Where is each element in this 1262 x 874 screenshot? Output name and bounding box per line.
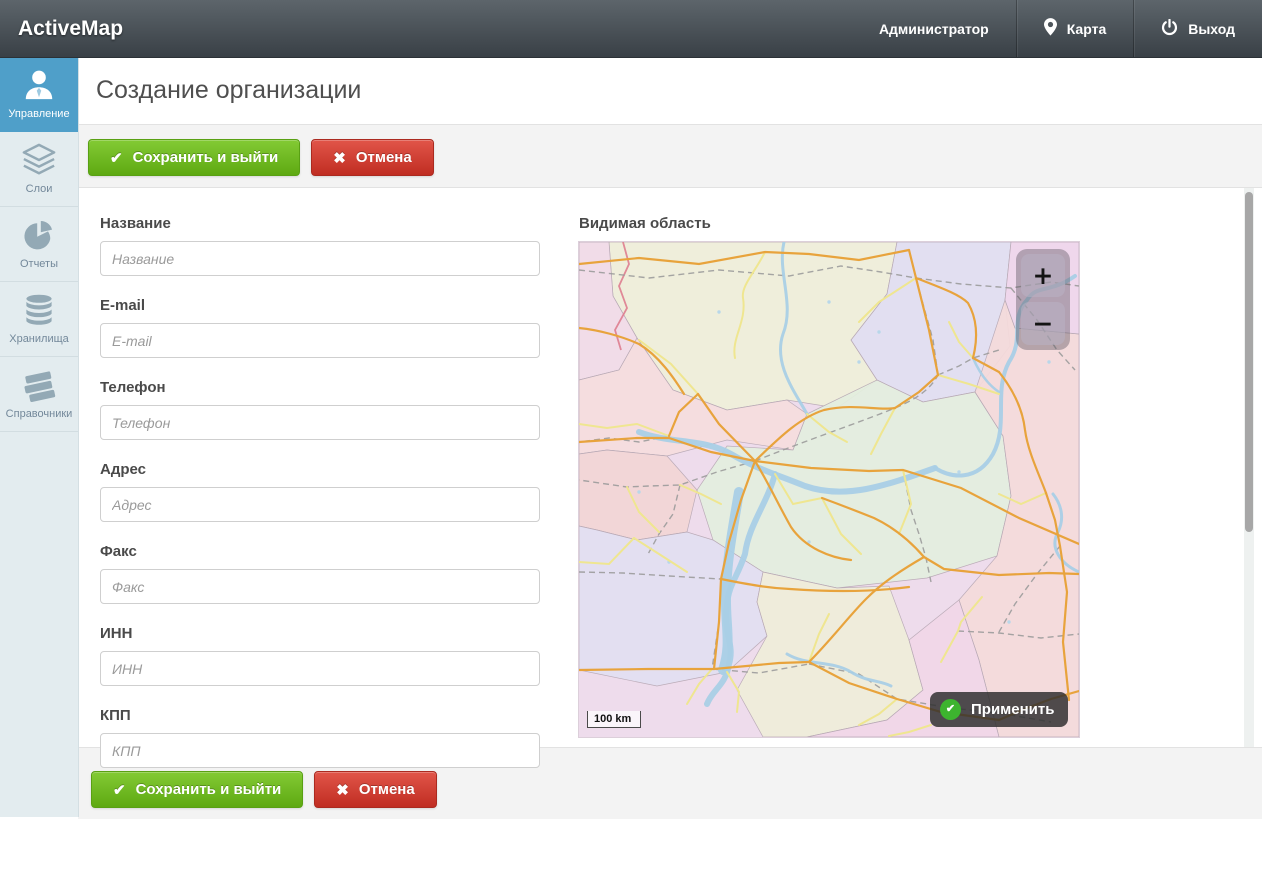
- check-circle-icon: ✔: [940, 699, 961, 720]
- save-button-label: Сохранить и выйти: [133, 149, 279, 166]
- visible-area-label: Видимая область: [579, 215, 1079, 232]
- database-icon: [21, 293, 57, 327]
- map-scale-bar: 100 km: [587, 711, 641, 728]
- kpp-field[interactable]: [100, 733, 540, 768]
- save-and-exit-button[interactable]: ✔ Сохранить и выйти: [88, 139, 300, 176]
- fax-field[interactable]: [100, 569, 540, 604]
- phone-field-label: Телефон: [100, 379, 540, 397]
- pie-chart-icon: [21, 218, 57, 252]
- map-canvas[interactable]: [579, 242, 1079, 737]
- vertical-scrollbar[interactable]: [1244, 188, 1254, 747]
- organization-form: Название E-mail Телефон Адрес Факс: [100, 205, 540, 789]
- books-icon: [20, 368, 58, 402]
- address-field-label: Адрес: [100, 461, 540, 479]
- zoom-in-button[interactable]: +: [1021, 254, 1065, 297]
- sidebar-item-management[interactable]: Управление: [0, 57, 78, 132]
- topbar-menu: Администратор Карта Выход: [852, 0, 1262, 57]
- content-panel: Название E-mail Телефон Адрес Факс: [78, 188, 1262, 747]
- map-zoom-control: + −: [1016, 249, 1070, 350]
- phone-field[interactable]: [100, 405, 540, 440]
- fax-field-label: Факс: [100, 543, 540, 561]
- sidebar-item-directories[interactable]: Справочники: [0, 357, 78, 432]
- app-logo[interactable]: ActiveMap: [0, 17, 123, 41]
- layers-icon: [20, 143, 58, 177]
- topbar-user[interactable]: Администратор: [852, 0, 1016, 57]
- sidebar-item-label: Справочники: [6, 408, 73, 420]
- cancel-button[interactable]: ✖ Отмена: [311, 139, 433, 176]
- app-root: ActiveMap Администратор Карта Выход: [0, 57, 1262, 819]
- sidebar-item-storages[interactable]: Хранилища: [0, 282, 78, 357]
- visible-area-section: Видимая область + − 100 km ✔ Применить: [579, 205, 1079, 737]
- apply-button[interactable]: ✔ Применить: [930, 692, 1068, 727]
- topbar-user-label: Администратор: [879, 21, 989, 37]
- inn-field-label: ИНН: [100, 625, 540, 643]
- apply-button-label: Применить: [971, 701, 1054, 718]
- scrollbar-thumb[interactable]: [1245, 192, 1253, 532]
- topbar: ActiveMap Администратор Карта Выход: [0, 0, 1262, 58]
- check-icon: ✔: [110, 149, 123, 167]
- zoom-out-button[interactable]: −: [1021, 302, 1065, 345]
- sidebar-item-label: Хранилища: [9, 333, 69, 345]
- address-field[interactable]: [100, 487, 540, 522]
- name-field[interactable]: [100, 241, 540, 276]
- page-header: Создание организации: [78, 57, 1262, 124]
- topbar-map-label: Карта: [1067, 21, 1107, 37]
- kpp-field-label: КПП: [100, 707, 540, 725]
- map-pin-icon: [1044, 18, 1057, 39]
- topbar-map-link[interactable]: Карта: [1016, 0, 1134, 57]
- email-field[interactable]: [100, 323, 540, 358]
- cancel-button-label: Отмена: [356, 149, 412, 166]
- sidebar-item-reports[interactable]: Отчеты: [0, 207, 78, 282]
- topbar-logout[interactable]: Выход: [1133, 0, 1262, 57]
- sidebar-item-label: Слои: [26, 183, 53, 195]
- power-icon: [1161, 19, 1178, 39]
- user-icon: [20, 68, 58, 102]
- main-area: Создание организации ✔ Сохранить и выйти…: [78, 57, 1262, 819]
- sidebar-item-label: Отчеты: [20, 258, 58, 270]
- close-icon: ✖: [333, 149, 346, 167]
- sidebar: Управление Слои Отчеты: [0, 57, 79, 817]
- map-widget: + − 100 km ✔ Применить: [579, 242, 1079, 737]
- page-title: Создание организации: [96, 76, 361, 105]
- name-field-label: Название: [100, 215, 540, 233]
- sidebar-item-layers[interactable]: Слои: [0, 132, 78, 207]
- inn-field[interactable]: [100, 651, 540, 686]
- topbar-logout-label: Выход: [1188, 21, 1235, 37]
- email-field-label: E-mail: [100, 297, 540, 315]
- sidebar-item-label: Управление: [8, 108, 69, 120]
- top-action-bar: ✔ Сохранить и выйти ✖ Отмена: [78, 124, 1262, 188]
